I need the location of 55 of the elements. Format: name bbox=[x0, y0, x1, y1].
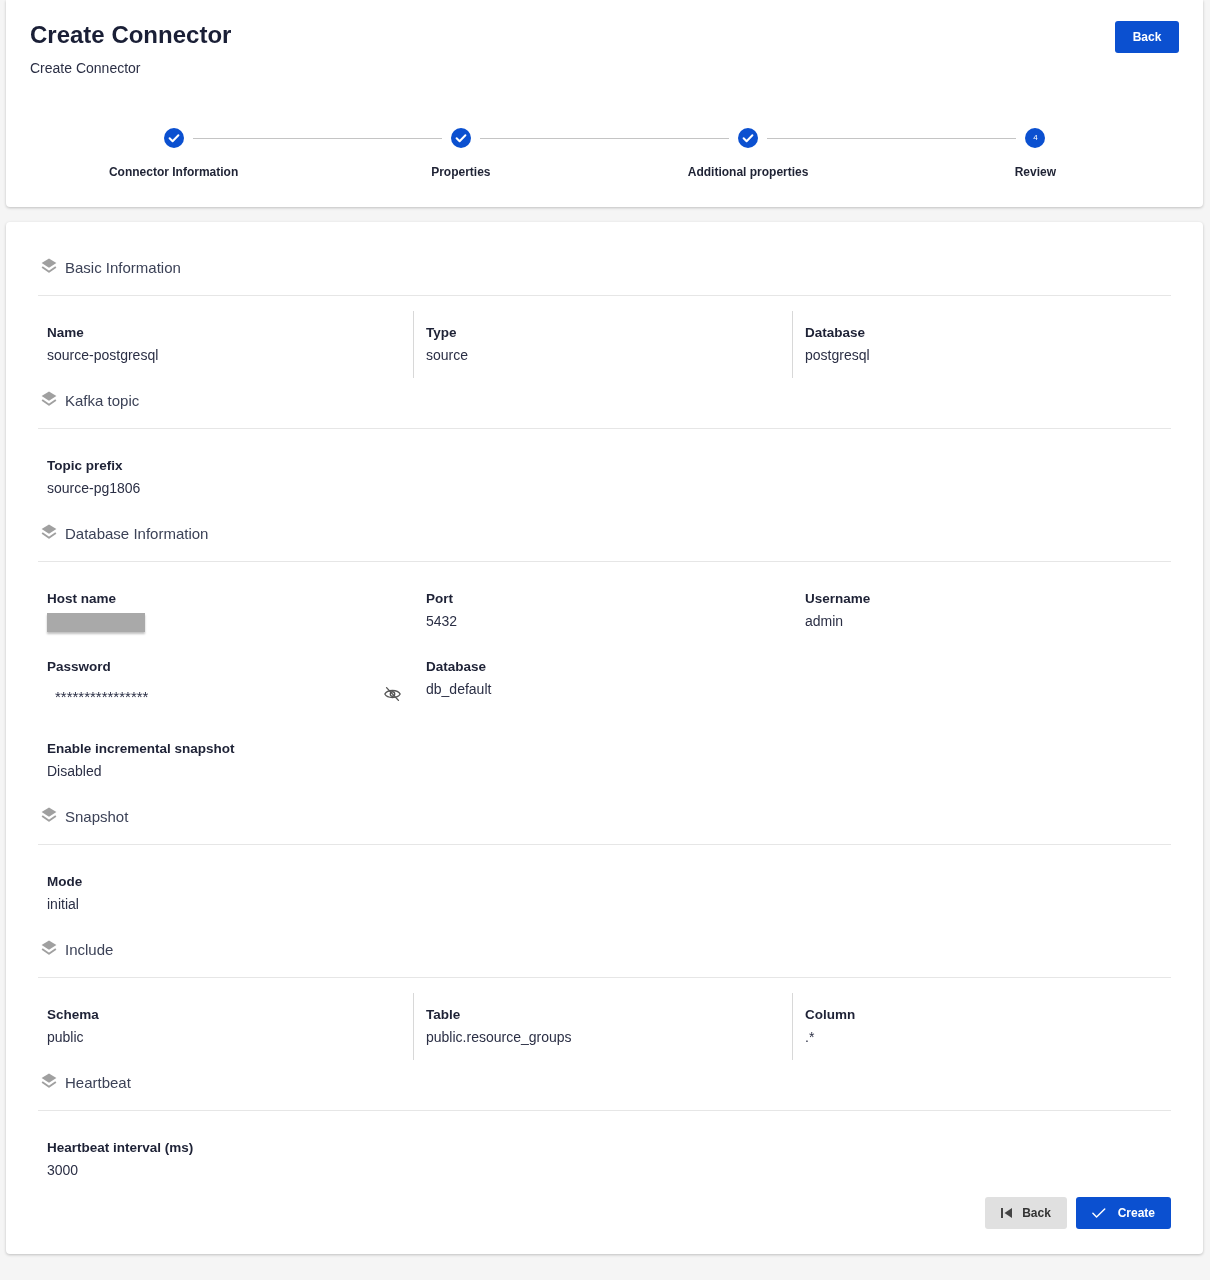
field-label: Port bbox=[426, 590, 454, 608]
page-subtitle: Create Connector bbox=[30, 59, 142, 78]
layers-icon bbox=[41, 939, 57, 955]
step-label: Properties bbox=[431, 164, 491, 180]
eye-slash-icon bbox=[384, 686, 401, 702]
password-value: **************** bbox=[55, 687, 149, 705]
field-value: postgresql bbox=[805, 346, 871, 365]
back-button[interactable]: Back bbox=[985, 1197, 1067, 1229]
password-visibility-button[interactable] bbox=[384, 686, 401, 702]
step-label: Additional properties bbox=[687, 164, 809, 180]
field-label: Enable incremental snapshot bbox=[47, 740, 236, 758]
field-value: source bbox=[426, 346, 470, 365]
field-value: source-pg1806 bbox=[47, 479, 142, 498]
step-label: Review bbox=[1014, 164, 1057, 180]
field-label: Password bbox=[47, 658, 112, 676]
section-title: Heartbeat bbox=[65, 1073, 131, 1093]
field-label: Topic prefix bbox=[47, 457, 124, 475]
field-value: initial bbox=[47, 895, 80, 914]
section-title: Snapshot bbox=[65, 807, 129, 827]
layers-icon bbox=[41, 257, 57, 273]
layers-icon bbox=[41, 390, 57, 406]
section-title: Basic Information bbox=[65, 258, 181, 278]
field-label: Column bbox=[805, 1006, 857, 1024]
layers-icon bbox=[41, 1072, 57, 1088]
field-label: Schema bbox=[47, 1006, 100, 1024]
section-title: Kafka topic bbox=[65, 391, 140, 411]
field-label: Host name bbox=[47, 590, 118, 608]
field-value: admin bbox=[805, 612, 845, 631]
field-value: 5432 bbox=[426, 612, 459, 631]
field-value: public.resource_groups bbox=[426, 1028, 573, 1047]
field-label: Username bbox=[805, 590, 872, 608]
page-title: Create Connector bbox=[30, 20, 232, 50]
field-label: Heartbeat interval (ms) bbox=[47, 1139, 195, 1157]
field-label: Database bbox=[426, 658, 488, 676]
field-value: source-postgresql bbox=[47, 346, 160, 365]
field-label: Table bbox=[426, 1006, 462, 1024]
field-value: db_default bbox=[426, 680, 493, 699]
step-label: Connector Information bbox=[108, 164, 239, 180]
field-label: Name bbox=[47, 324, 85, 342]
field-value: Disabled bbox=[47, 762, 103, 781]
layers-icon bbox=[41, 523, 57, 539]
field-value: 3000 bbox=[47, 1161, 80, 1180]
field-value: .* bbox=[805, 1028, 816, 1047]
layers-icon bbox=[41, 806, 57, 822]
create-button[interactable]: Create bbox=[1076, 1197, 1171, 1229]
field-label: Type bbox=[426, 324, 458, 342]
field-label: Database bbox=[805, 324, 867, 342]
section-title: Include bbox=[65, 940, 114, 960]
field-label: Mode bbox=[47, 873, 84, 891]
skip-previous-icon bbox=[1001, 1208, 1013, 1218]
check-icon bbox=[1092, 1208, 1106, 1218]
section-title: Database Information bbox=[65, 524, 209, 544]
back-button[interactable]: Back bbox=[1115, 21, 1179, 53]
field-value: public bbox=[47, 1028, 85, 1047]
step-number: 4 bbox=[1025, 128, 1046, 148]
